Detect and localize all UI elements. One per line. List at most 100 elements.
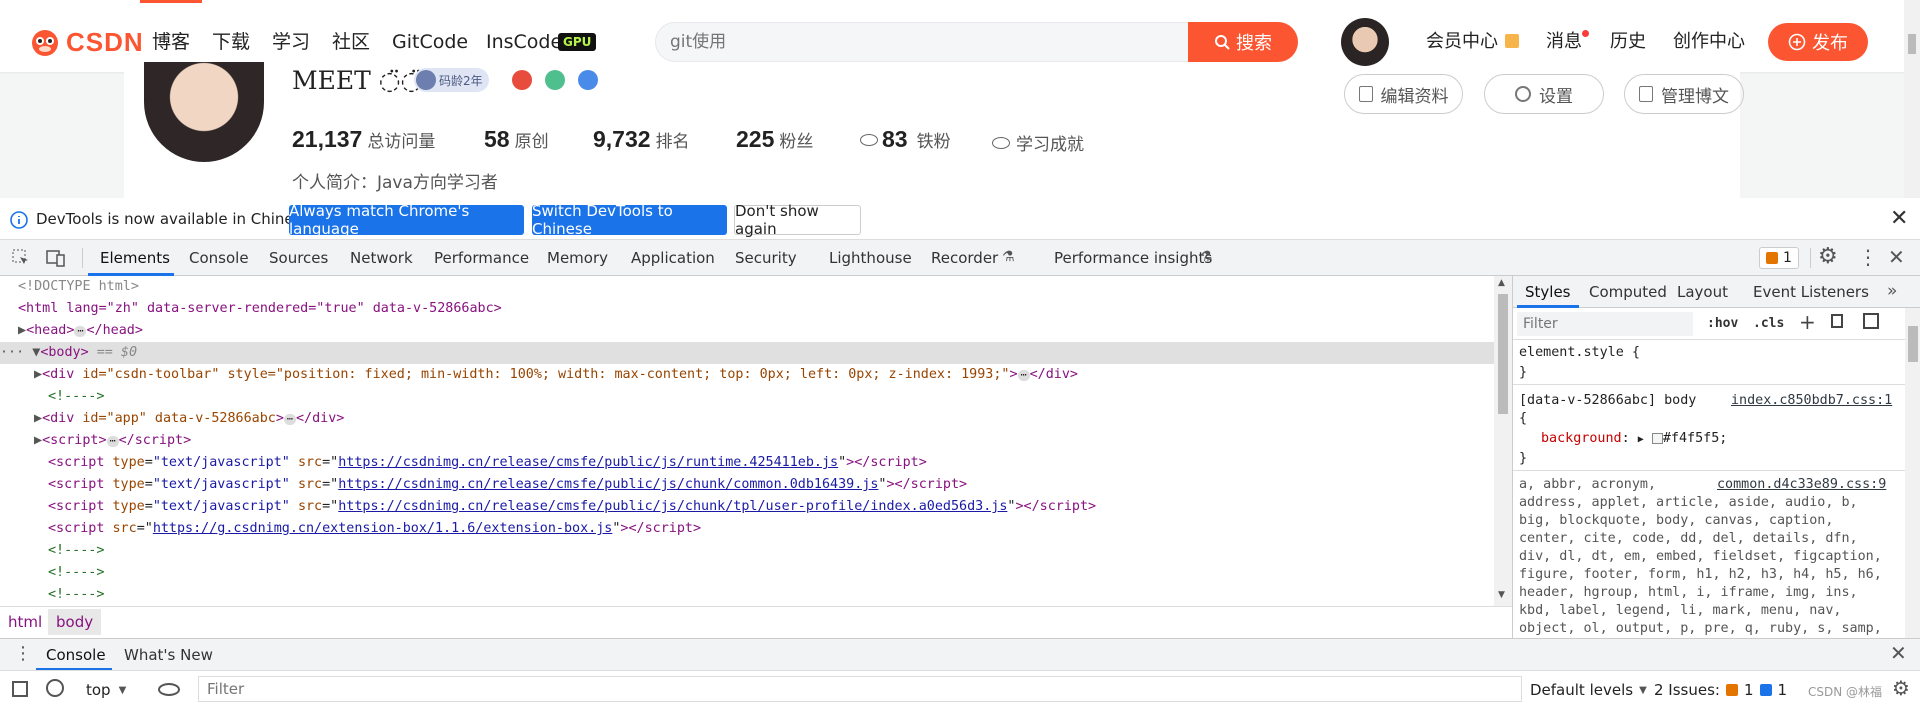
device-toolbar-icon[interactable] xyxy=(46,249,66,267)
nav-community[interactable]: 社区 xyxy=(332,12,370,72)
dom-line-head[interactable]: ▶<head> ⋯ </head> xyxy=(0,320,1494,342)
dom-line-comment-2[interactable]: <!----> xyxy=(0,540,1494,562)
element-style-selector[interactable]: element.style { xyxy=(1519,344,1640,362)
csdn-logo[interactable]: CSDN xyxy=(28,27,144,57)
nav-messages[interactable]: 消息 xyxy=(1546,12,1582,72)
nav-learn[interactable]: 学习 xyxy=(272,12,310,72)
live-expression-eye-icon[interactable] xyxy=(158,683,180,696)
drawer-tab-whats-new[interactable]: What's New xyxy=(124,646,213,664)
color-swatch[interactable] xyxy=(1651,432,1663,444)
rule2-line-8[interactable]: object, ol, output, p, pre, q, ruby, s, … xyxy=(1519,620,1882,638)
ellipsis-app[interactable]: ⋯ xyxy=(283,414,296,425)
dom-line-script-extension[interactable]: <script src="https://g.csdnimg.cn/extens… xyxy=(0,518,1494,540)
breadcrumb-html[interactable]: html xyxy=(8,613,42,631)
always-match-language-button[interactable]: Always match Chrome's language xyxy=(289,202,524,238)
breadcrumb-body[interactable]: body xyxy=(48,609,102,635)
tab-performance[interactable]: Performance xyxy=(434,240,529,276)
tab-elements[interactable]: Elements xyxy=(100,240,170,276)
context-selector[interactable]: top ▼ xyxy=(86,679,126,701)
tab-console[interactable]: Console xyxy=(189,240,249,276)
script-link-common[interactable]: https://csdnimg.cn/release/cmsfe/public/… xyxy=(338,477,878,492)
dom-line-comment-4[interactable]: <!----> xyxy=(0,584,1494,606)
nav-gitcode[interactable]: GitCode xyxy=(392,12,468,72)
log-levels-dropdown[interactable]: Default levels ▼ xyxy=(1530,679,1647,701)
tab-styles[interactable]: Styles xyxy=(1525,276,1571,308)
styles-scrollbar-thumb[interactable] xyxy=(1908,326,1918,362)
publish-button[interactable]: 发布 xyxy=(1768,23,1868,61)
rule1-selector[interactable]: [data-v-52866abc] body xyxy=(1519,392,1696,410)
rule2-line-0[interactable]: a, abbr, acronym, xyxy=(1519,476,1656,494)
tab-event-listeners[interactable]: Event Listeners xyxy=(1753,276,1869,308)
dom-line-script-user-profile[interactable]: <script type="text/javascript" src="http… xyxy=(0,496,1494,518)
expand-head-icon[interactable]: ▶ xyxy=(18,323,26,338)
rule2-line-5[interactable]: figure, footer, form, h1, h2, h3, h4, h5… xyxy=(1519,566,1882,584)
styles-scrollbar[interactable] xyxy=(1905,308,1920,638)
tab-application[interactable]: Application xyxy=(631,240,715,276)
clear-console-icon[interactable] xyxy=(46,679,64,697)
dom-line-script-common[interactable]: <script type="text/javascript" src="http… xyxy=(0,474,1494,496)
rule2-line-2[interactable]: big, blockquote, body, canvas, caption, xyxy=(1519,512,1833,530)
elements-scroll-down[interactable]: ▼ xyxy=(1498,590,1505,600)
tab-network[interactable]: Network xyxy=(350,240,413,276)
dom-line-toolbar-div[interactable]: ▶<div id="csdn-toolbar" style="position:… xyxy=(0,364,1494,386)
edit-profile-button[interactable]: 编辑资料 xyxy=(1344,74,1463,114)
ellipsis-head[interactable]: ⋯ xyxy=(74,326,87,337)
expand-script-icon[interactable]: ▶ xyxy=(34,433,42,448)
rule1-source-link[interactable]: index.c850bdb7.css:1 xyxy=(1731,392,1892,410)
settings-button[interactable]: 设置 xyxy=(1484,74,1604,114)
dom-line-script-inline[interactable]: ▶<script> ⋯ </script> xyxy=(0,430,1494,452)
search-input[interactable] xyxy=(670,23,1170,61)
console-issues-button[interactable]: 2 Issues: 1 1 xyxy=(1654,678,1787,702)
dom-line-app-div[interactable]: ▶<div id="app" data-v-52866abc> ⋯ </div> xyxy=(0,408,1494,430)
styles-filter-input[interactable] xyxy=(1517,312,1693,336)
tab-layout[interactable]: Layout xyxy=(1677,276,1728,308)
nav-member-center[interactable]: 会员中心 xyxy=(1426,12,1498,72)
tab-security[interactable]: Security xyxy=(735,240,797,276)
new-style-rule-icon[interactable]: + xyxy=(1799,310,1816,334)
elements-scroll-up[interactable]: ▲ xyxy=(1498,278,1505,288)
dom-line-comment-3[interactable]: <!----> xyxy=(0,562,1494,584)
more-options-icon[interactable]: ⋮ xyxy=(1858,245,1878,269)
close-drawer-icon[interactable]: ✕ xyxy=(1890,641,1907,665)
toggle-sidebar-icon[interactable] xyxy=(1863,313,1879,329)
expand-toolbar-div-icon[interactable]: ▶ xyxy=(34,367,42,382)
ellipsis-toolbar[interactable]: ⋯ xyxy=(1017,370,1030,381)
search-button[interactable]: 搜索 xyxy=(1188,22,1298,62)
script-link-user-profile[interactable]: https://csdnimg.cn/release/cmsfe/public/… xyxy=(338,499,1007,514)
console-settings-icon[interactable]: ⚙ xyxy=(1892,676,1910,700)
settings-gear-icon[interactable]: ⚙ xyxy=(1818,244,1838,269)
console-filter-input[interactable] xyxy=(198,676,1522,702)
manage-posts-button[interactable]: 管理博文 xyxy=(1624,74,1744,114)
tab-sources[interactable]: Sources xyxy=(269,240,328,276)
elements-scrollbar-thumb[interactable] xyxy=(1498,294,1508,414)
tab-lighthouse[interactable]: Lighthouse xyxy=(829,240,912,276)
script-link-runtime[interactable]: https://csdnimg.cn/release/cmsfe/public/… xyxy=(338,455,838,470)
elements-scrollbar[interactable]: ▲ ▼ xyxy=(1494,276,1512,606)
ellipsis-script[interactable]: ⋯ xyxy=(106,436,119,447)
nav-history[interactable]: 历史 xyxy=(1610,12,1646,72)
rule1-declaration[interactable]: background: ▶ #f4f5f5; xyxy=(1541,430,1727,448)
console-sidebar-icon[interactable] xyxy=(12,681,28,697)
issues-counter[interactable]: 1 xyxy=(1759,247,1799,269)
rule2-line-3[interactable]: center, cite, code, dd, del, details, df… xyxy=(1519,530,1858,548)
drawer-menu-icon[interactable]: ⋮ xyxy=(14,643,32,664)
tab-memory[interactable]: Memory xyxy=(547,240,608,276)
hov-toggle[interactable]: :hov xyxy=(1707,316,1738,331)
expand-app-div-icon[interactable]: ▶ xyxy=(34,411,42,426)
rule2-line-7[interactable]: kbd, label, legend, li, mark, menu, nav, xyxy=(1519,602,1841,620)
cls-toggle[interactable]: .cls xyxy=(1753,316,1784,331)
dom-line-html[interactable]: <html lang="zh" data-server-rendered="tr… xyxy=(0,298,1494,320)
dom-line-comment-1[interactable]: <!----> xyxy=(0,386,1494,408)
tab-computed[interactable]: Computed xyxy=(1589,276,1667,308)
body-more-dots[interactable]: ··· xyxy=(0,345,32,360)
switch-to-chinese-button[interactable]: Switch DevTools to Chinese xyxy=(532,202,727,238)
avatar[interactable] xyxy=(1341,18,1389,66)
dont-show-again-button[interactable]: Don't show again xyxy=(734,202,861,238)
script-link-extension[interactable]: https://g.csdnimg.cn/extension-box/1.1.6… xyxy=(153,521,613,536)
page-scrollbar-thumb[interactable] xyxy=(1908,34,1916,54)
rule2-line-4[interactable]: div, dl, dt, em, embed, fieldset, figcap… xyxy=(1519,548,1882,566)
dom-line-script-runtime[interactable]: <script type="text/javascript" src="http… xyxy=(0,452,1494,474)
dom-line-doctype[interactable]: <!DOCTYPE html> xyxy=(0,276,1494,298)
inspect-element-icon[interactable] xyxy=(12,249,30,267)
nav-inscode[interactable]: InsCode xyxy=(486,12,562,72)
